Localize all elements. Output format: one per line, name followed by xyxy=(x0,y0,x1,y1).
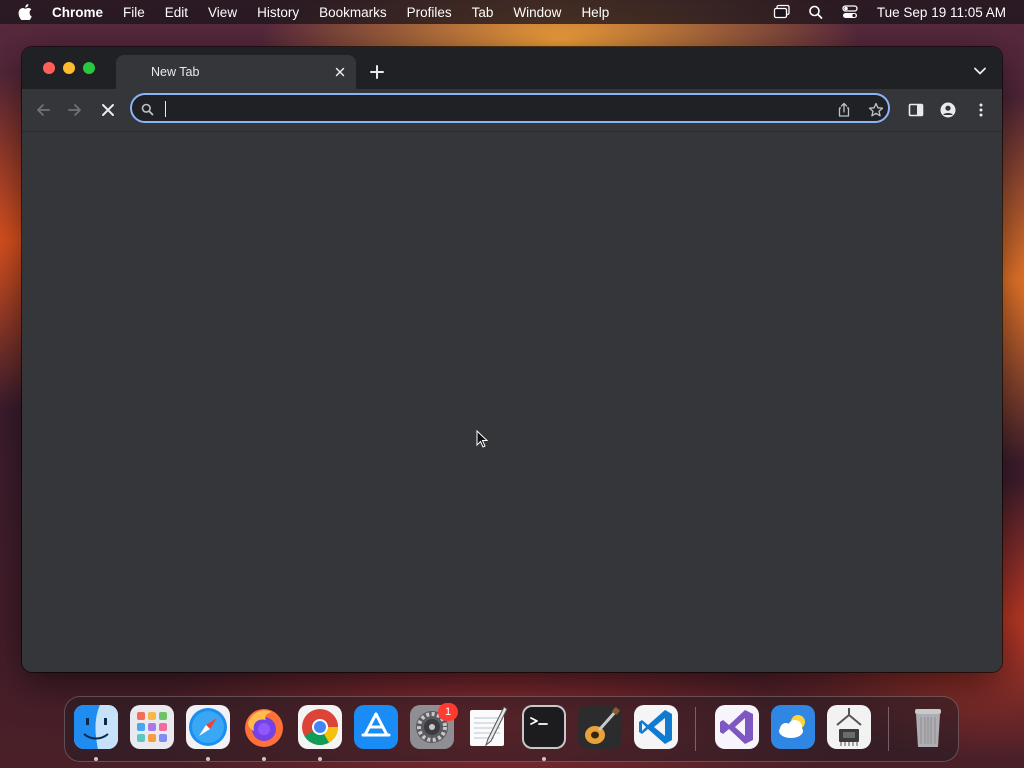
search-icon xyxy=(141,103,154,116)
close-window-button[interactable] xyxy=(43,62,55,74)
dock-weather[interactable] xyxy=(771,705,815,749)
control-center-icon[interactable] xyxy=(841,4,859,20)
chrome-window: New Tab xyxy=(22,47,1002,672)
dock-safari[interactable] xyxy=(186,705,230,749)
share-icon[interactable] xyxy=(836,102,852,118)
mouse-pointer-icon xyxy=(476,430,488,448)
back-arrow-icon[interactable] xyxy=(35,102,51,118)
tab-title: New Tab xyxy=(151,65,200,79)
menu-window[interactable]: Window xyxy=(513,5,561,20)
stop-loading-icon[interactable] xyxy=(100,102,116,118)
menu-history[interactable]: History xyxy=(257,5,299,20)
dock-finder[interactable] xyxy=(74,705,118,749)
new-tab-plus-icon[interactable] xyxy=(370,65,384,79)
tab-new-tab[interactable]: New Tab xyxy=(116,55,356,89)
tab-search-chevron-icon[interactable] xyxy=(974,67,986,75)
screen-mirroring-icon[interactable] xyxy=(773,4,791,20)
dock-separator xyxy=(695,707,696,751)
forward-arrow-icon[interactable] xyxy=(67,102,83,118)
address-input[interactable] xyxy=(164,99,804,119)
system-information-icon xyxy=(827,705,871,749)
menu-tab[interactable]: Tab xyxy=(472,5,494,20)
running-indicator xyxy=(318,757,322,761)
dock-terminal[interactable] xyxy=(522,705,566,749)
minimize-window-button[interactable] xyxy=(63,62,75,74)
dock-garageband[interactable] xyxy=(578,705,622,749)
running-indicator xyxy=(262,757,266,761)
finder-icon xyxy=(74,705,118,749)
browser-toolbar xyxy=(22,89,1002,132)
dock-app-store[interactable] xyxy=(354,705,398,749)
running-indicator xyxy=(94,757,98,761)
dock xyxy=(64,696,959,762)
vscode-icon xyxy=(634,705,678,749)
close-tab-icon[interactable] xyxy=(334,66,346,78)
menu-bar: Chrome File Edit View History Bookmarks … xyxy=(0,0,1024,24)
menu-app-name[interactable]: Chrome xyxy=(52,5,103,20)
menu-edit[interactable]: Edit xyxy=(165,5,188,20)
dock-visual-studio[interactable] xyxy=(715,705,759,749)
dock-visual-studio-code[interactable] xyxy=(634,705,678,749)
spotlight-search-icon[interactable] xyxy=(807,4,825,20)
menu-file[interactable]: File xyxy=(123,5,145,20)
visual-studio-icon xyxy=(715,705,759,749)
notification-badge: 1 xyxy=(438,703,458,721)
page-content-area[interactable] xyxy=(22,132,1002,672)
dock-google-chrome[interactable] xyxy=(298,705,342,749)
menu-profiles[interactable]: Profiles xyxy=(407,5,452,20)
menu-help[interactable]: Help xyxy=(581,5,609,20)
side-panel-icon[interactable] xyxy=(908,102,924,118)
terminal-icon xyxy=(522,705,566,749)
text-caret xyxy=(165,101,166,117)
bookmark-star-icon[interactable] xyxy=(868,102,884,118)
launchpad-icon xyxy=(130,705,174,749)
tab-strip: New Tab xyxy=(22,47,1002,89)
running-indicator xyxy=(542,757,546,761)
textedit-icon xyxy=(470,706,508,747)
profile-avatar-icon[interactable] xyxy=(940,102,956,118)
more-menu-icon[interactable] xyxy=(973,102,989,118)
guitar-icon xyxy=(578,705,622,749)
app-store-icon xyxy=(354,705,398,749)
chrome-icon xyxy=(298,705,342,749)
dock-firefox[interactable] xyxy=(242,705,286,749)
address-bar[interactable] xyxy=(130,93,890,123)
dock-system-information[interactable] xyxy=(827,705,871,749)
trash-can-icon xyxy=(915,709,941,747)
safari-compass-icon xyxy=(186,705,230,749)
dock-separator xyxy=(888,707,889,751)
menubar-clock[interactable]: Tue Sep 19 11:05 AM xyxy=(877,5,1006,20)
dock-textedit[interactable] xyxy=(466,705,510,749)
firefox-icon xyxy=(245,709,283,747)
menu-bookmarks[interactable]: Bookmarks xyxy=(319,5,387,20)
apple-logo-icon[interactable] xyxy=(18,4,32,20)
weather-cloud-sun-icon xyxy=(771,705,815,749)
menu-view[interactable]: View xyxy=(208,5,237,20)
dock-launchpad[interactable] xyxy=(130,705,174,749)
running-indicator xyxy=(206,757,210,761)
dock-trash[interactable] xyxy=(906,705,950,749)
zoom-window-button[interactable] xyxy=(83,62,95,74)
